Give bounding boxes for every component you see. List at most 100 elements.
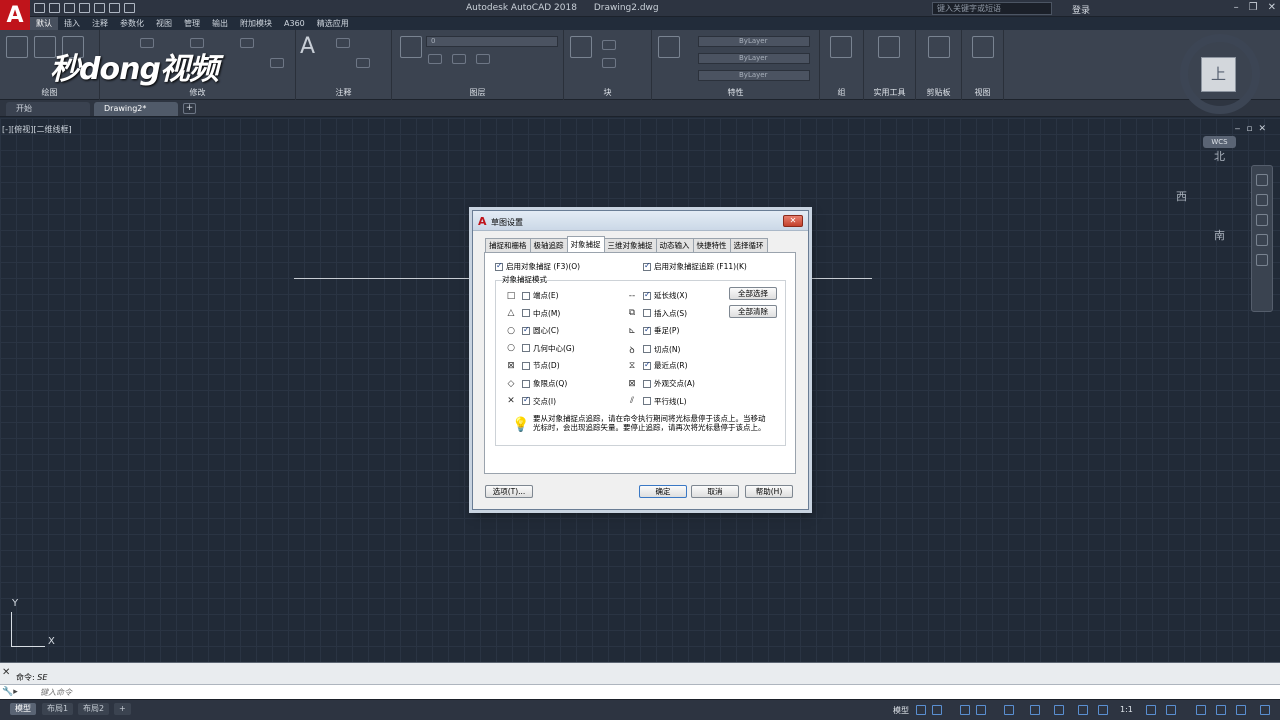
annotation-scale[interactable]: 1:1 xyxy=(1120,705,1133,714)
layer-tool-icon[interactable] xyxy=(428,54,442,64)
dialog-tab-4[interactable]: 动态输入 xyxy=(655,238,694,252)
checkbox-unchecked[interactable] xyxy=(643,309,651,318)
clear-all-button[interactable]: 全部清除 xyxy=(729,305,777,318)
line-icon[interactable] xyxy=(6,36,28,58)
viewcube-top-face[interactable]: 上 xyxy=(1201,57,1236,92)
dialog-tab-3[interactable]: 三维对象捕捉 xyxy=(603,238,657,252)
restore-icon[interactable]: ❐ xyxy=(1249,2,1258,13)
undo-icon[interactable] xyxy=(109,3,120,13)
checkbox-checked[interactable] xyxy=(522,395,530,406)
osnap-tracking-icon[interactable] xyxy=(1030,705,1040,715)
isodraft-icon[interactable] xyxy=(1004,705,1014,715)
print-icon[interactable] xyxy=(94,3,105,13)
dialog-tab-1[interactable]: 极轴追踪 xyxy=(529,238,568,252)
showmotion-icon[interactable] xyxy=(1256,254,1268,266)
ribbon-tab-3[interactable]: 参数化 xyxy=(114,17,150,30)
osnap-mode-row[interactable]: ꝺ 切点(N) xyxy=(627,343,680,356)
checkbox-checked[interactable] xyxy=(643,325,651,335)
osnap-mode-row[interactable]: ✕ 交点(I) xyxy=(506,395,556,407)
compass-south[interactable]: 南 xyxy=(1214,227,1225,243)
compass-north[interactable]: 北 xyxy=(1214,148,1225,164)
model-space-button[interactable]: 模型 xyxy=(893,705,909,716)
login-button[interactable]: 登录 xyxy=(1072,3,1090,16)
osnap-mode-row[interactable]: ⧖ 最近点(R) xyxy=(627,360,688,371)
checkbox-unchecked[interactable] xyxy=(522,379,530,388)
measure-icon[interactable] xyxy=(878,36,900,58)
ribbon-tab-7[interactable]: 附加模块 xyxy=(234,17,278,30)
color-dropdown[interactable]: ByLayer xyxy=(698,36,810,47)
polar-icon[interactable] xyxy=(976,705,986,715)
save-as-icon[interactable] xyxy=(79,3,90,13)
osnap-mode-row[interactable]: ○ 几何中心(G) xyxy=(506,343,575,354)
checkbox-unchecked[interactable] xyxy=(522,361,530,370)
viewport-restore-icon[interactable]: ▫ xyxy=(1246,124,1252,134)
select-all-button[interactable]: 全部选择 xyxy=(729,287,777,300)
add-layout-button[interactable]: + xyxy=(114,703,131,715)
tab-layout1[interactable]: 布局1 xyxy=(42,703,74,715)
isolate-icon[interactable] xyxy=(1196,705,1206,715)
osnap-mode-row[interactable]: ⊾ 垂足(P) xyxy=(627,325,679,336)
osnap-mode-row[interactable]: ◇ 象限点(Q) xyxy=(506,378,568,389)
dialog-tab-5[interactable]: 快捷特性 xyxy=(692,238,731,252)
leader-icon[interactable] xyxy=(356,58,370,68)
linetype-dropdown[interactable]: ByLayer xyxy=(698,53,810,64)
checkbox-checked[interactable] xyxy=(495,261,503,271)
osnap-mode-row[interactable]: ⊠ 节点(D) xyxy=(506,360,559,371)
dialog-tab-0[interactable]: 捕捉和栅格 xyxy=(485,238,531,252)
ok-button[interactable]: 确定 xyxy=(639,485,687,498)
lineweight-dropdown[interactable]: ByLayer xyxy=(698,70,810,81)
layer-properties-icon[interactable] xyxy=(400,36,422,58)
redo-icon[interactable] xyxy=(124,3,135,13)
dialog-tab-6[interactable]: 选择循环 xyxy=(729,238,768,252)
ribbon-tab-5[interactable]: 管理 xyxy=(178,17,206,30)
new-tab-button[interactable]: + xyxy=(183,103,196,114)
enable-osnap-checkbox[interactable]: 启用对象捕捉 (F3)(O) xyxy=(495,261,580,272)
osnap-mode-row[interactable]: ⊠ 外观交点(A) xyxy=(627,378,695,389)
checkbox-unchecked[interactable] xyxy=(643,345,651,354)
gear-icon[interactable] xyxy=(1146,705,1156,715)
osnap-mode-row[interactable]: -- 延长线(X) xyxy=(627,290,688,301)
checkbox-unchecked[interactable] xyxy=(522,344,530,353)
grid-icon[interactable] xyxy=(916,705,926,715)
viewport-close-icon[interactable]: ✕ xyxy=(1258,124,1266,134)
dialog-close-button[interactable]: ✕ xyxy=(783,215,803,227)
tab-layout2[interactable]: 布局2 xyxy=(78,703,110,715)
checkbox-unchecked[interactable] xyxy=(522,291,530,300)
ribbon-tab-0[interactable]: 默认 xyxy=(30,17,58,30)
viewport-controls-label[interactable]: [-][俯视][二维线框] xyxy=(2,124,72,135)
insert-block-icon[interactable] xyxy=(570,36,592,58)
checkbox-checked[interactable] xyxy=(522,325,530,335)
close-icon[interactable]: ✕ xyxy=(1268,2,1276,13)
clean-screen-icon[interactable] xyxy=(1236,705,1246,715)
layer-tool-icon[interactable] xyxy=(452,54,466,64)
ortho-icon[interactable] xyxy=(960,705,970,715)
zoom-icon[interactable] xyxy=(1256,214,1268,226)
dialog-title-bar[interactable]: A 草图设置 ✕ xyxy=(473,211,808,231)
edit-block-icon[interactable] xyxy=(602,58,616,68)
layer-tool-icon[interactable] xyxy=(476,54,490,64)
hardware-acceleration-icon[interactable] xyxy=(1216,705,1226,715)
checkbox-checked[interactable] xyxy=(643,360,651,370)
dialog-tab-2[interactable]: 对象捕捉 xyxy=(566,236,605,252)
tab-drawing2[interactable]: Drawing2* xyxy=(94,102,178,116)
ribbon-tab-4[interactable]: 视图 xyxy=(150,17,178,30)
ribbon-tab-8[interactable]: A360 xyxy=(278,17,311,30)
ribbon-tab-1[interactable]: 插入 xyxy=(58,17,86,30)
customization-icon[interactable] xyxy=(1260,705,1270,715)
dimension-icon[interactable] xyxy=(336,38,350,48)
pan-icon[interactable] xyxy=(1256,194,1268,206)
wcs-menu[interactable]: WCS xyxy=(1203,136,1236,148)
tab-start[interactable]: 开始 xyxy=(6,102,90,116)
app-menu-button[interactable]: A xyxy=(0,0,30,30)
command-tools-icon[interactable]: 🔧▸ xyxy=(2,687,18,697)
checkbox-unchecked[interactable] xyxy=(643,379,651,388)
orbit-icon[interactable] xyxy=(1256,234,1268,246)
checkbox-unchecked[interactable] xyxy=(522,309,530,318)
search-input[interactable]: 键入关键字或短语 xyxy=(932,2,1052,15)
ribbon-tab-9[interactable]: 精选应用 xyxy=(311,17,355,30)
enable-otrack-checkbox[interactable]: 启用对象捕捉追踪 (F11)(K) xyxy=(643,261,747,272)
checkbox-unchecked[interactable] xyxy=(643,397,651,406)
osnap-mode-row[interactable]: ○ 圆心(C) xyxy=(506,325,559,336)
close-icon[interactable]: ✕ xyxy=(2,667,10,678)
osnap-mode-row[interactable]: △ 中点(M) xyxy=(506,308,561,319)
